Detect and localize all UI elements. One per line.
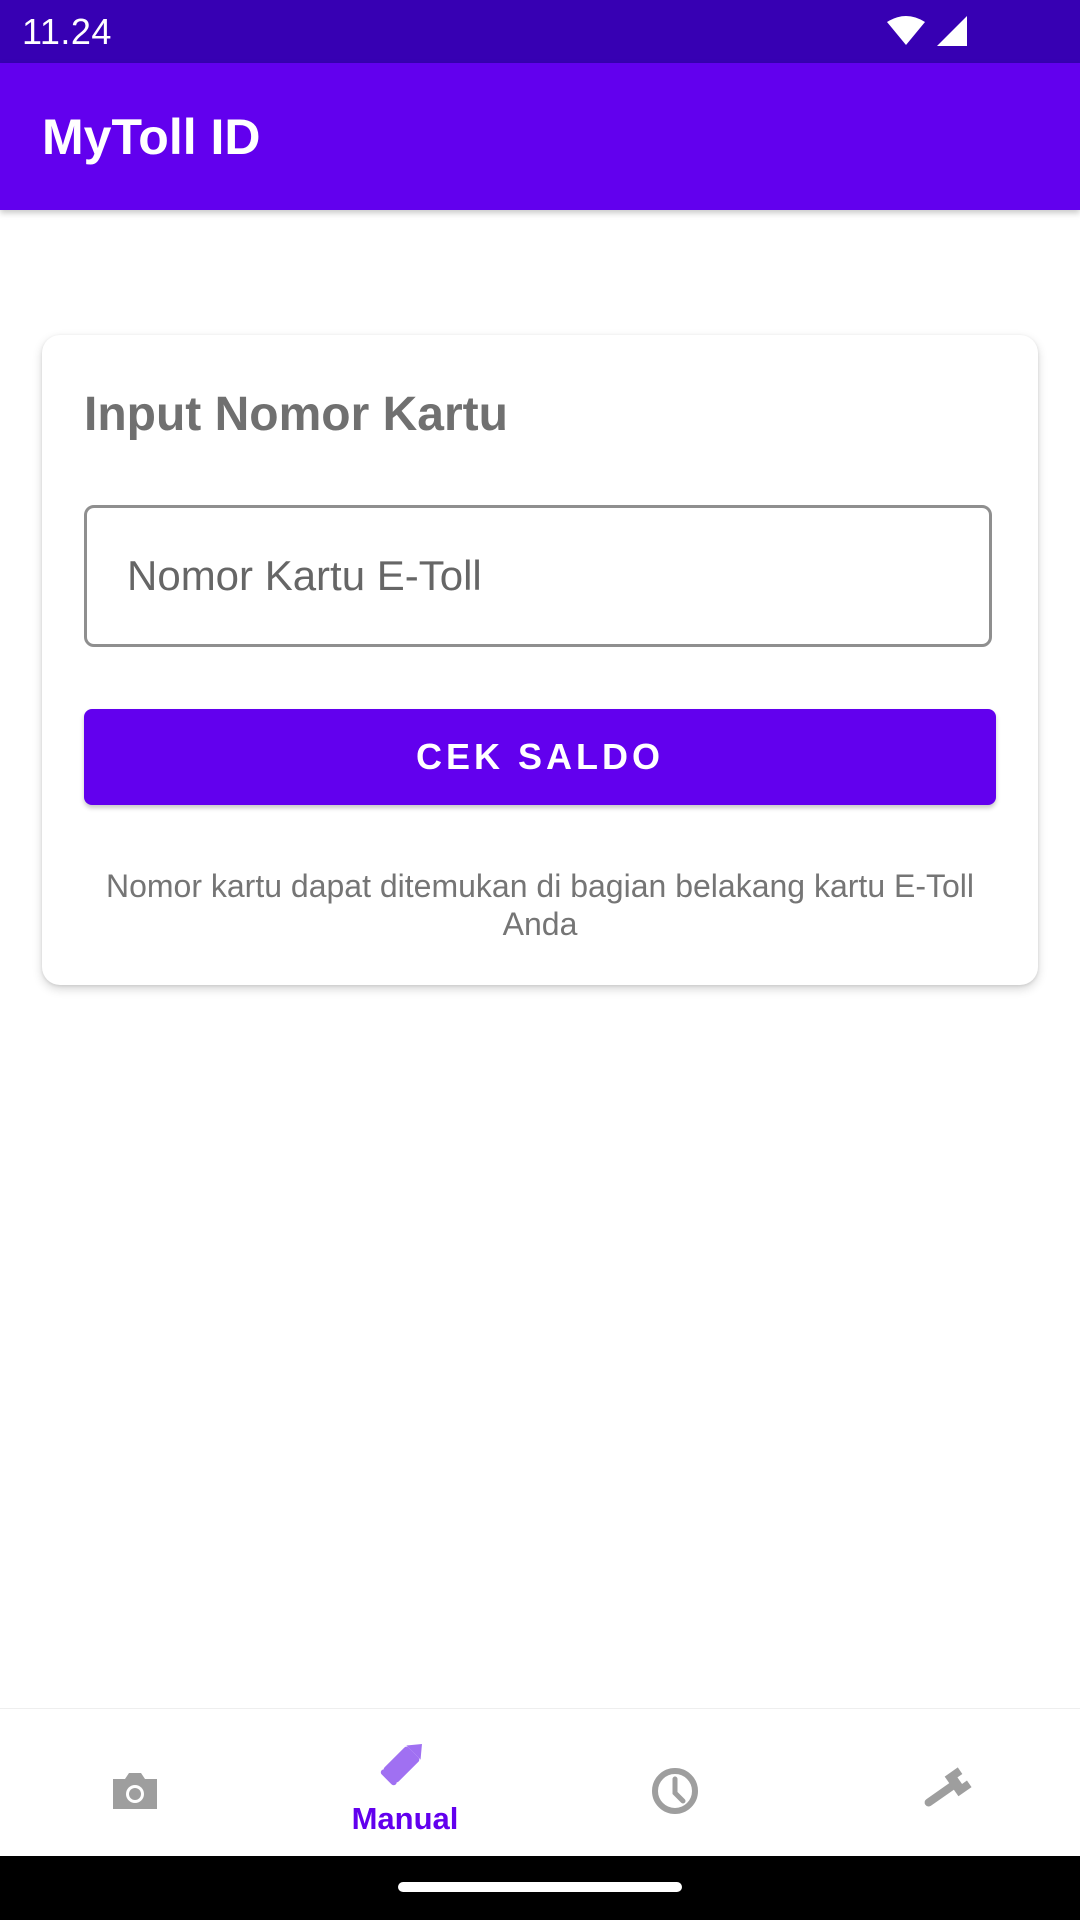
wrench-icon <box>924 1767 972 1807</box>
wifi-icon <box>887 16 925 45</box>
cellular-signal-icon <box>937 16 967 46</box>
clock-icon <box>652 1768 698 1814</box>
card-number-input[interactable] <box>127 508 947 644</box>
bottom-navigation: Manual <box>0 1708 1080 1857</box>
app-screen: 11.24 MyToll ID Input Nomor Kartu CEK SA… <box>0 0 1080 1920</box>
card-title: Input Nomor Kartu <box>84 388 508 441</box>
status-time: 11.24 <box>22 11 112 52</box>
nav-item-camera[interactable] <box>0 1709 270 1857</box>
nav-label-manual: Manual <box>351 1801 459 1836</box>
status-bar: 11.24 <box>0 0 1080 63</box>
pencil-icon <box>380 1744 422 1786</box>
nav-item-history[interactable] <box>540 1709 810 1857</box>
nav-item-manual[interactable]: Manual <box>270 1709 540 1857</box>
card-number-field[interactable] <box>84 505 992 647</box>
home-gesture-handle[interactable] <box>398 1882 682 1892</box>
app-title: MyToll ID <box>42 109 261 165</box>
status-icons <box>886 14 968 48</box>
system-navigation-bar <box>0 1856 1080 1920</box>
card-number-form: Input Nomor Kartu CEK SALDO Nomor kartu … <box>42 335 1038 985</box>
nav-item-settings[interactable] <box>810 1709 1080 1857</box>
app-bar: MyToll ID <box>0 63 1080 210</box>
helper-text: Nomor kartu dapat ditemukan di bagian be… <box>105 868 975 942</box>
camera-icon <box>113 1773 157 1809</box>
check-balance-button[interactable]: CEK SALDO <box>84 709 996 805</box>
